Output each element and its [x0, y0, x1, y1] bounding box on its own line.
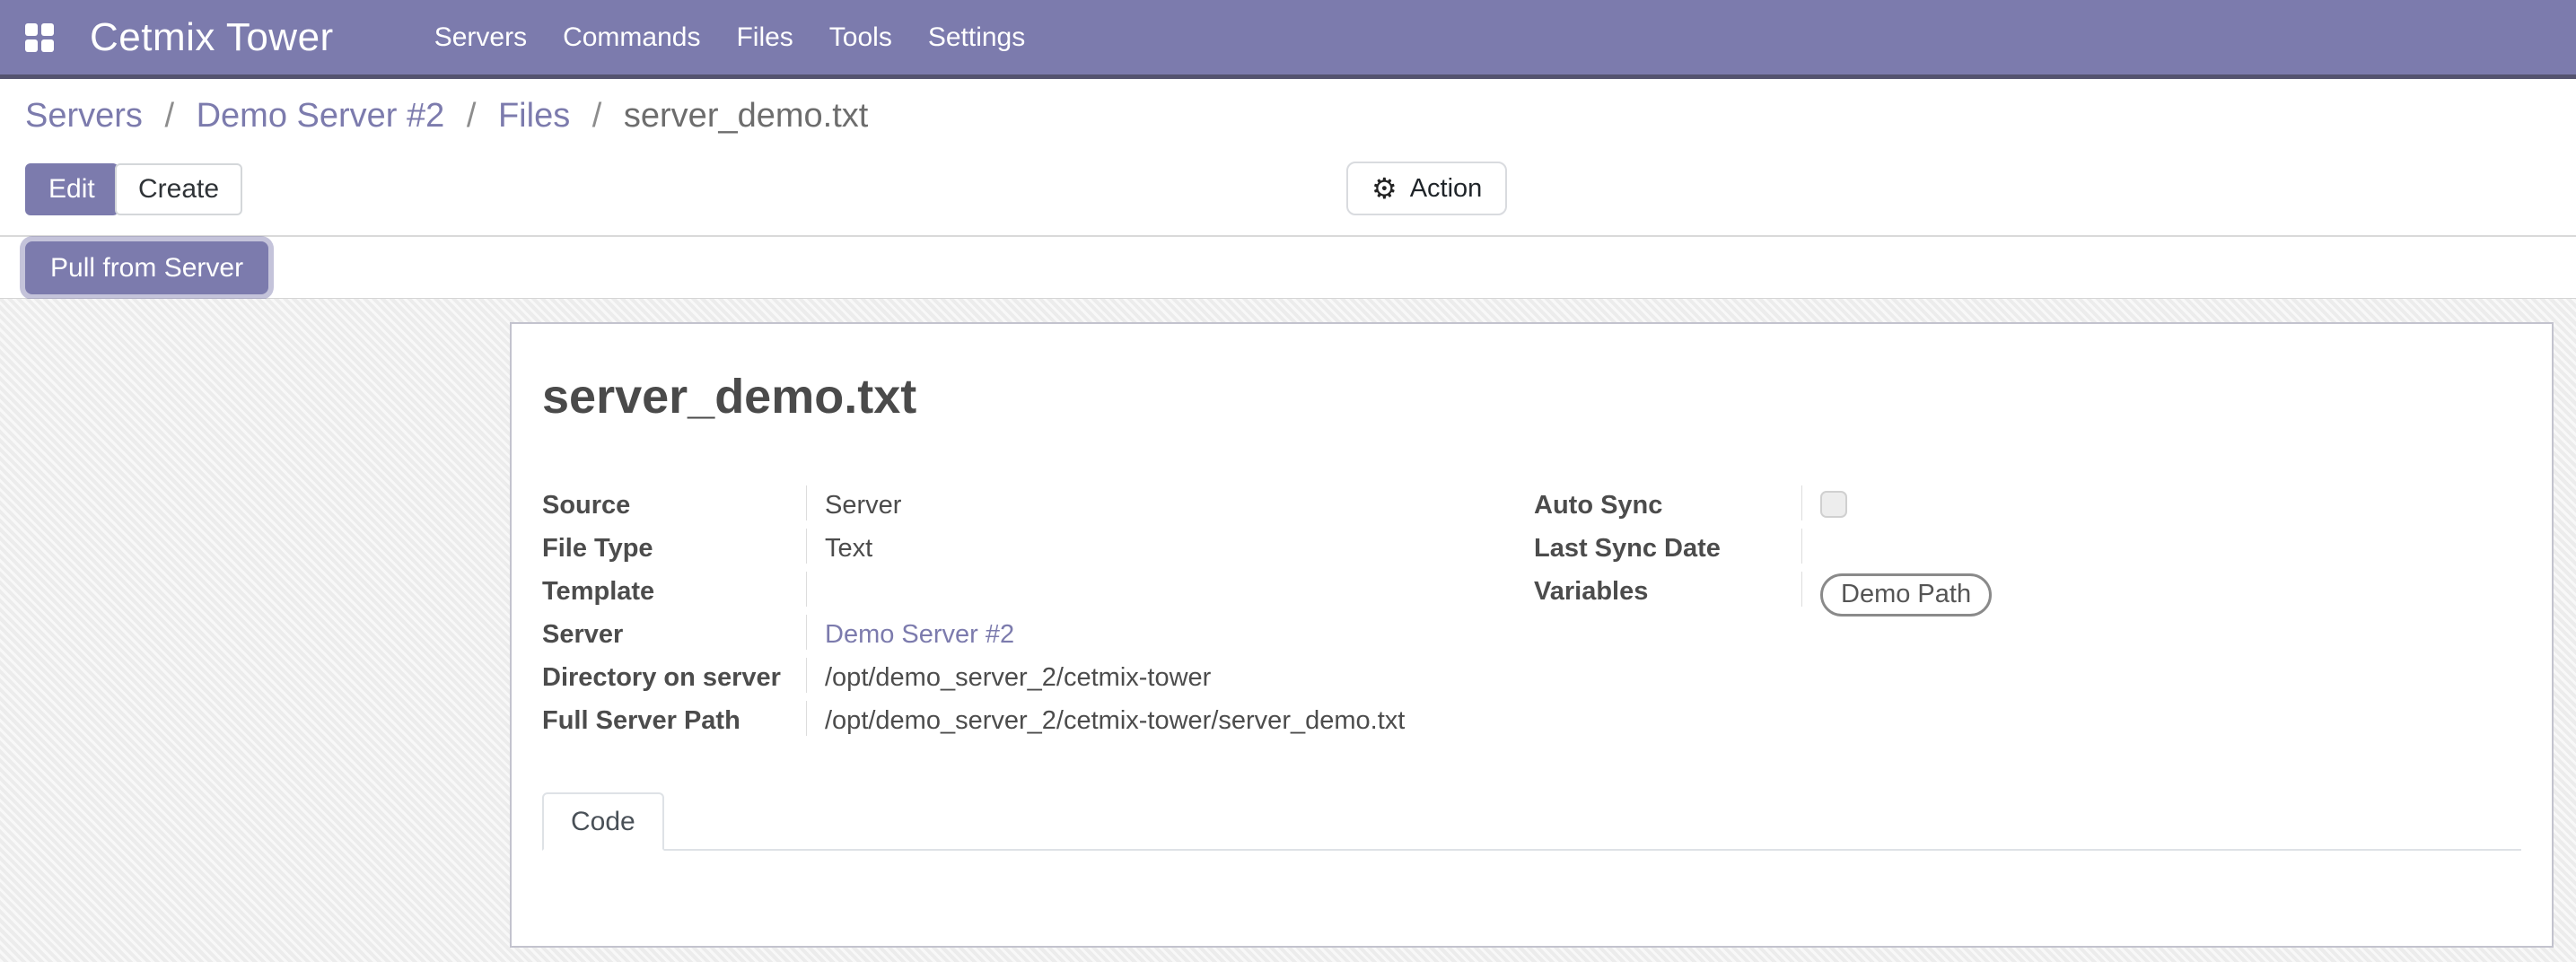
auto-sync-checkbox[interactable]: [1820, 491, 1847, 518]
field-row-auto-sync: Auto Sync: [1534, 485, 2525, 529]
breadcrumb-servers[interactable]: Servers: [25, 97, 143, 135]
breadcrumb-separator: /: [592, 97, 602, 135]
top-navbar: Cetmix Tower Servers Commands Files Tool…: [0, 0, 2576, 79]
action-button[interactable]: ⚙ Action: [1346, 162, 1507, 215]
field-row-file-type: File Type Text: [542, 529, 1520, 572]
breadcrumb-current: server_demo.txt: [624, 97, 868, 135]
field-value-template: [807, 572, 825, 577]
field-row-variables: Variables Demo Path: [1534, 572, 2525, 617]
menu-item-commands[interactable]: Commands: [545, 22, 718, 53]
statusbar: Pull from Server: [0, 235, 2576, 299]
notebook-tabs: Code: [542, 792, 2521, 851]
form-view-background: server_demo.txt Source Server File Type …: [0, 299, 2576, 962]
record-title: server_demo.txt: [542, 369, 916, 424]
menu-item-servers[interactable]: Servers: [416, 22, 545, 53]
main-menu: Servers Commands Files Tools Settings: [416, 0, 1044, 74]
server-record-link[interactable]: Demo Server #2: [825, 620, 1014, 649]
field-label-last-sync-date: Last Sync Date: [1534, 529, 1802, 564]
app-window: Cetmix Tower Servers Commands Files Tool…: [0, 0, 2576, 962]
apps-grid-icon[interactable]: [25, 23, 54, 52]
gear-icon: ⚙: [1371, 174, 1398, 203]
field-row-server: Server Demo Server #2: [542, 615, 1520, 658]
field-row-last-sync-date: Last Sync Date: [1534, 529, 2525, 572]
field-value-directory: /opt/demo_server_2/cetmix-tower: [807, 658, 1211, 693]
edit-button[interactable]: Edit: [25, 163, 118, 215]
field-value-file-type: Text: [807, 529, 872, 564]
notebook: Code: [542, 792, 2521, 851]
breadcrumb-separator: /: [164, 97, 174, 135]
field-value-last-sync-date: [1802, 529, 1820, 534]
variable-tag: Demo Path: [1820, 573, 1992, 617]
action-button-label: Action: [1410, 174, 1483, 204]
tab-code[interactable]: Code: [542, 792, 664, 851]
app-brand[interactable]: Cetmix Tower: [90, 15, 334, 60]
field-value-source: Server: [807, 485, 901, 520]
field-row-full-path: Full Server Path /opt/demo_server_2/cetm…: [542, 701, 1520, 744]
field-label-source: Source: [542, 485, 807, 520]
breadcrumb-separator: /: [467, 97, 477, 135]
field-label-server: Server: [542, 615, 807, 650]
field-label-template: Template: [542, 572, 807, 607]
control-panel: Servers / Demo Server #2 / Files / serve…: [0, 79, 2576, 235]
create-button[interactable]: Create: [115, 163, 242, 215]
field-row-source: Source Server: [542, 485, 1520, 529]
pull-from-server-button[interactable]: Pull from Server: [25, 241, 268, 294]
menu-item-files[interactable]: Files: [718, 22, 810, 53]
breadcrumb-files[interactable]: Files: [498, 97, 570, 135]
menu-item-tools[interactable]: Tools: [811, 22, 910, 53]
form-sheet: server_demo.txt Source Server File Type …: [510, 322, 2554, 948]
breadcrumb: Servers / Demo Server #2 / Files / serve…: [25, 97, 868, 136]
field-row-directory: Directory on server /opt/demo_server_2/c…: [542, 658, 1520, 701]
field-label-file-type: File Type: [542, 529, 807, 564]
field-label-variables: Variables: [1534, 572, 1802, 607]
field-row-template: Template: [542, 572, 1520, 615]
menu-item-settings[interactable]: Settings: [910, 22, 1043, 53]
field-group-right: Auto Sync Last Sync Date Variables Demo …: [1534, 485, 2525, 617]
breadcrumb-demo-server[interactable]: Demo Server #2: [197, 97, 445, 135]
field-value-full-path: /opt/demo_server_2/cetmix-tower/server_d…: [807, 701, 1405, 736]
field-label-full-path: Full Server Path: [542, 701, 807, 736]
field-label-auto-sync: Auto Sync: [1534, 485, 1802, 520]
field-label-directory: Directory on server: [542, 658, 807, 693]
field-group-left: Source Server File Type Text Template Se…: [542, 485, 1520, 744]
